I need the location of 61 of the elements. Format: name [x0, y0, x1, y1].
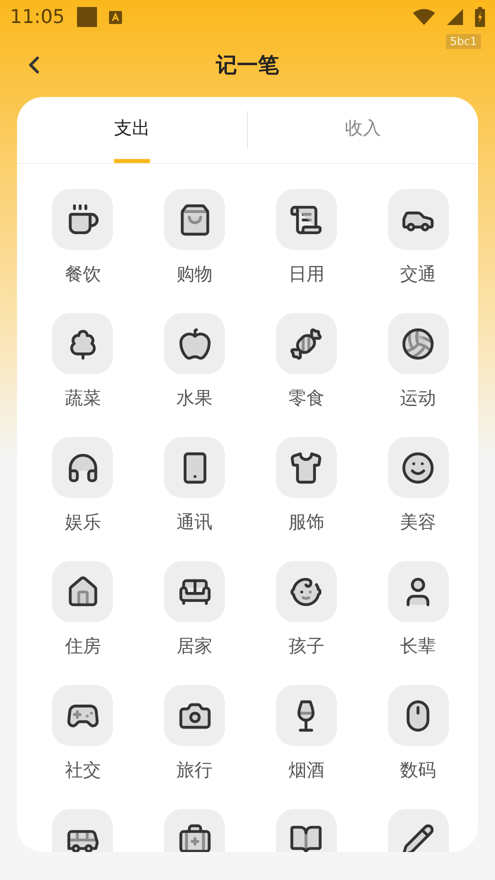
- apple-icon: [178, 326, 212, 360]
- category-button[interactable]: [388, 561, 449, 622]
- category-button[interactable]: [52, 685, 114, 746]
- category-label: 孩子: [288, 635, 324, 658]
- page-title: 记一笔: [216, 52, 279, 79]
- tab[interactable]: 收入: [345, 97, 381, 163]
- category-label: 服饰: [288, 511, 324, 534]
- shirt-icon: [289, 450, 324, 484]
- face-icon: [401, 450, 436, 484]
- category-button[interactable]: [164, 313, 226, 374]
- category-button[interactable]: [52, 437, 114, 498]
- category-button[interactable]: [164, 437, 226, 498]
- category-label: 社交: [64, 759, 101, 782]
- category-label: 数码: [400, 759, 436, 782]
- wifi-icon: [413, 9, 435, 25]
- category-button[interactable]: [388, 685, 449, 746]
- category-button[interactable]: [164, 685, 226, 746]
- category-button[interactable]: [164, 561, 226, 622]
- category-button[interactable]: [388, 437, 449, 498]
- category-button[interactable]: [276, 685, 337, 746]
- category-label: 住房: [64, 635, 101, 658]
- category-button[interactable]: [388, 313, 449, 374]
- category-label: 购物: [176, 263, 213, 286]
- category-label: 烟酒: [288, 759, 324, 782]
- category-button[interactable]: [52, 809, 114, 852]
- category-label: 餐饮: [64, 263, 101, 286]
- tab[interactable]: 支出: [114, 97, 150, 163]
- category-button[interactable]: [52, 189, 114, 250]
- category-label: 日用: [288, 263, 324, 286]
- category-button[interactable]: [276, 189, 337, 250]
- battery-icon: [475, 7, 485, 27]
- category-button[interactable]: [388, 809, 449, 852]
- category-button[interactable]: [276, 437, 337, 498]
- category-button[interactable]: [52, 313, 114, 374]
- category-label: 零食: [288, 387, 324, 410]
- category-button[interactable]: [276, 561, 337, 622]
- category-label: 水果: [176, 387, 213, 410]
- category-label: 长辈: [400, 635, 436, 658]
- square-icon: [76, 7, 97, 27]
- category-label: 旅行: [176, 759, 213, 782]
- debug-badge: 5bc1: [446, 34, 481, 49]
- category-button[interactable]: [164, 189, 226, 250]
- category-label: 通讯: [176, 511, 213, 534]
- category-button[interactable]: [276, 313, 337, 374]
- medical-kit-icon: [178, 822, 212, 852]
- pencil-icon: [401, 822, 436, 852]
- category-label: 居家: [176, 635, 213, 658]
- category-button[interactable]: [276, 809, 337, 852]
- category-label: 蔬菜: [64, 387, 101, 410]
- category-button[interactable]: [164, 809, 226, 852]
- candy-icon: [289, 326, 324, 360]
- category-label: 娱乐: [64, 511, 101, 534]
- category-button[interactable]: [52, 561, 114, 622]
- category-label: 运动: [400, 387, 436, 410]
- keyboard-a-icon: [108, 10, 122, 24]
- category-label: 美容: [400, 511, 436, 534]
- ball-icon: [401, 326, 436, 360]
- signal-icon: [447, 9, 463, 25]
- status-time: 11:05: [10, 6, 65, 28]
- category-label: 交通: [400, 263, 436, 286]
- category-button[interactable]: [388, 189, 449, 250]
